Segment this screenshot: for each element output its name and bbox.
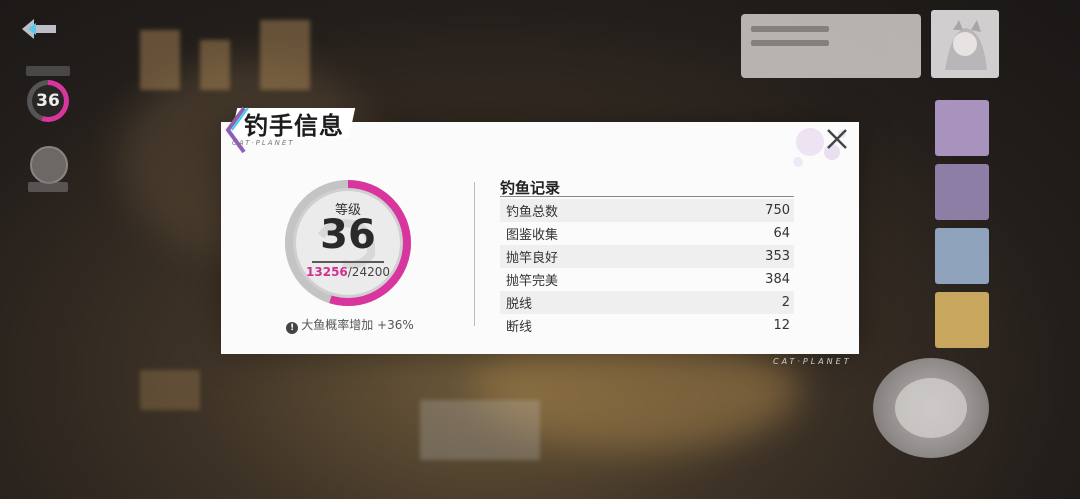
close-icon[interactable] [822,125,852,153]
side-item-rod[interactable] [935,100,989,156]
record-value: 353 [765,249,790,264]
background-window [420,400,540,460]
hud-level-value: 36 [32,85,64,117]
record-label: 钓鱼总数 [506,205,559,220]
background-window [260,20,310,90]
record-value: 750 [765,203,790,218]
record-value: 12 [773,318,790,333]
chat-line [751,26,829,32]
title-bracket-icon [225,106,249,154]
record-label: 抛竿完美 [506,274,559,289]
back-arrow-icon[interactable] [18,14,62,44]
record-label: 图鉴收集 [506,228,559,243]
portrait-figure [945,20,987,70]
dialog-title: 钓手信息 [244,112,344,140]
background-window [200,40,230,90]
record-row: 脱线 2 [500,291,794,314]
character-portrait[interactable] [931,10,999,78]
background-window [140,370,200,410]
record-label: 断线 [506,320,533,335]
records-title: 钓鱼记录 [500,179,561,197]
record-label: 抛竿良好 [506,251,559,266]
info-icon[interactable]: ! [286,322,299,334]
record-row: 抛竿良好 353 [500,245,794,268]
avatar-label [28,182,68,192]
chat-box[interactable] [741,14,921,78]
side-item-bait[interactable] [935,164,989,220]
side-item-reward[interactable] [935,292,989,348]
hud-level-widget[interactable]: 36 [22,66,74,122]
column-divider [474,182,475,326]
side-item-float[interactable] [935,228,989,284]
brand-logo: CAT·PLANET [773,357,852,366]
exp-progress: 13256/24200 [281,265,415,279]
avatar[interactable] [30,146,68,184]
bonus-info: ! 大鱼概率增加 +36% [270,316,430,334]
records-table: 钓鱼总数 750 图鉴收集 64 抛竿良好 353 抛竿完美 384 脱线 2 断线 12 [500,199,794,337]
record-value: 2 [781,295,790,310]
exp-current: 13256 [306,265,348,279]
level-value: 36 [320,212,376,258]
bonus-text: 大鱼概率增加 +36% [301,318,414,332]
records-title-underline [500,196,794,197]
record-row: 图鉴收集 64 [500,222,794,245]
record-row: 抛竿完美 384 [500,268,794,291]
level-divider [312,261,384,263]
background-window [140,30,180,90]
record-row: 钓鱼总数 750 [500,199,794,222]
record-label: 脱线 [506,297,533,312]
record-value: 384 [765,272,790,287]
record-row: 断线 12 [500,314,794,337]
exp-max: /24200 [347,265,390,279]
chat-line [751,40,829,46]
cast-button[interactable] [873,358,989,458]
record-value: 64 [773,226,790,241]
dialog-subtitle: CAT·PLANET [232,139,295,147]
